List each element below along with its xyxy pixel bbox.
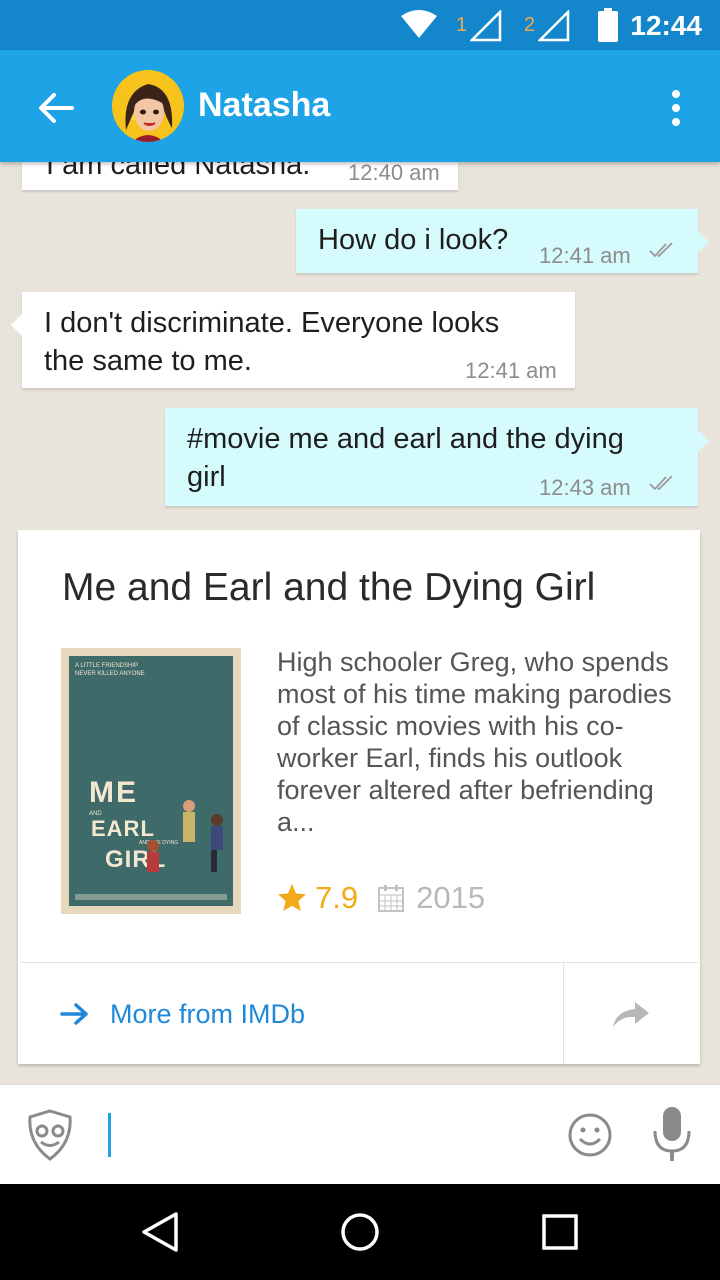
poster-tagline: A LITTLE FRIENDSHIP NEVER KILLED ANYONE — [75, 663, 145, 677]
message-text-line1: #movie me and earl and the dying — [187, 423, 624, 455]
nav-recents-icon — [542, 1214, 578, 1250]
nav-home-icon — [341, 1213, 379, 1251]
message-text-line2: the same to me. — [44, 345, 252, 377]
nav-home-button[interactable] — [330, 1202, 390, 1262]
arrow-forward-icon — [60, 1003, 88, 1025]
bot-face-icon[interactable] — [24, 1109, 76, 1161]
movie-title: Me and Earl and the Dying Girl — [62, 566, 596, 609]
more-vert-icon — [672, 90, 680, 98]
poster-credits — [75, 894, 227, 900]
avatar[interactable] — [112, 70, 184, 142]
more-from-imdb-link[interactable]: More from IMDb — [60, 992, 305, 1036]
message-incoming[interactable]: I don't discriminate. Everyone looks the… — [11, 292, 575, 388]
movie-card[interactable]: Me and Earl and the Dying Girl A LITTLE … — [18, 530, 700, 1064]
arrow-back-icon — [39, 93, 74, 123]
card-vertical-divider — [563, 962, 564, 1064]
message-text-line2: girl — [187, 461, 226, 493]
battery-icon — [598, 8, 618, 42]
movie-synopsis: High schooler Greg, who spends most of h… — [277, 647, 672, 837]
more-link-label: More from IMDb — [110, 998, 306, 1029]
calendar-icon — [378, 885, 405, 912]
star-icon — [278, 884, 306, 911]
microphone-icon[interactable] — [648, 1105, 696, 1165]
movie-poster[interactable]: A LITTLE FRIENDSHIP NEVER KILLED ANYONE … — [61, 648, 241, 914]
text-cursor — [108, 1113, 111, 1157]
poster-figures-icon — [147, 800, 223, 872]
message-text: How do i look? — [318, 224, 509, 256]
sim2-label: 2 — [524, 14, 536, 36]
double-check-icon — [649, 242, 673, 258]
message-text-line1: I don't discriminate. Everyone looks — [44, 307, 500, 339]
double-check-icon — [649, 475, 673, 491]
message-time: 12:43 am — [539, 475, 631, 500]
system-nav-bar — [0, 1184, 720, 1280]
signal-sim1-icon — [470, 10, 502, 42]
message-time: 12:41 am — [465, 358, 557, 383]
movie-meta: 7.9 2015 — [277, 878, 485, 918]
app-bar: Natasha — [0, 50, 720, 162]
overflow-menu-button[interactable] — [656, 80, 696, 136]
share-forward-icon — [613, 1002, 649, 1027]
movie-rating: 7.9 — [315, 880, 359, 915]
movie-year: 2015 — [416, 880, 486, 915]
message-input[interactable] — [100, 1105, 540, 1165]
status-clock: 12:44 — [630, 10, 702, 41]
nav-back-icon — [142, 1212, 178, 1252]
message-time: 12:41 am — [539, 243, 631, 268]
signal-sim2-icon — [538, 10, 570, 42]
contact-name[interactable]: Natasha — [198, 86, 330, 125]
sim1-label: 1 — [456, 14, 468, 36]
nav-recents-button[interactable] — [530, 1202, 590, 1262]
emoji-icon[interactable] — [566, 1111, 614, 1159]
status-bar: 1 2 12:44 — [0, 0, 720, 50]
share-button[interactable] — [603, 992, 659, 1036]
message-outgoing[interactable]: How do i look? 12:41 am — [296, 209, 709, 273]
wifi-icon — [401, 10, 437, 38]
message-input-bar — [0, 1084, 720, 1184]
message-outgoing[interactable]: #movie me and earl and the dying girl 12… — [165, 408, 709, 506]
card-divider — [20, 962, 698, 963]
natasha-avatar-icon — [112, 70, 184, 142]
nav-back-button[interactable] — [130, 1202, 190, 1262]
back-button[interactable] — [28, 80, 84, 136]
poster-image: A LITTLE FRIENDSHIP NEVER KILLED ANYONE … — [69, 656, 233, 906]
